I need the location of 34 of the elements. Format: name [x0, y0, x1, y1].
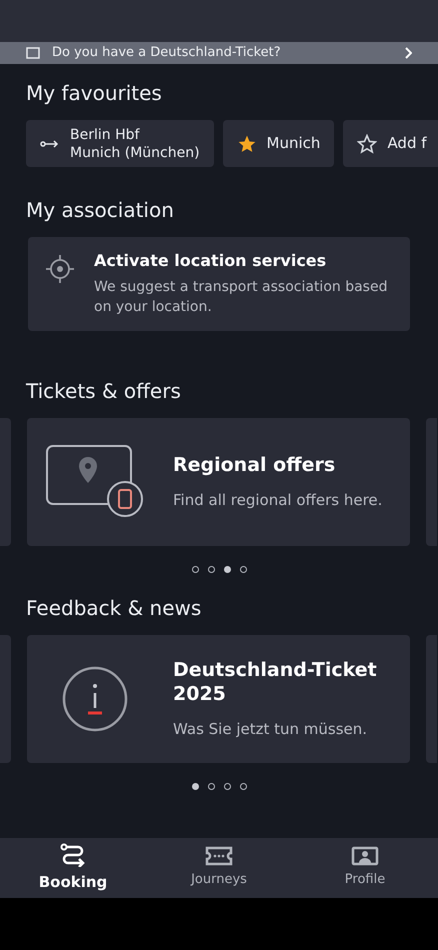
star-outline-icon: [357, 134, 378, 154]
section-title: Feedback & news: [25, 595, 202, 622]
chip-label: Munich: [266, 133, 320, 154]
ticket-banner[interactable]: Do you have a Deutschland-Ticket?: [0, 42, 438, 64]
nav-tab[interactable]: Profile: [292, 838, 438, 898]
route-icon: [60, 842, 86, 867]
offer-card[interactable]: Deutschland-Ticket 2025 Was Sie jetzt tun müssen.: [27, 635, 410, 763]
crosshair-icon: [44, 253, 76, 285]
chip-to: Munich (München): [70, 144, 200, 162]
location-card[interactable]: Activate location services We suggest a transport association based on your location.: [28, 237, 410, 331]
favourite-chip[interactable]: Berlin Hbf Munich (München): [26, 120, 214, 167]
nav-tab[interactable]: Journeys: [146, 838, 292, 898]
map-pin-phone-icon: [46, 445, 144, 519]
info-icon: [62, 666, 128, 732]
route-arrow-icon: [40, 138, 60, 148]
star-icon: [236, 134, 257, 154]
nav-tab[interactable]: Booking: [0, 838, 146, 898]
banner-text: Do you have a Deutschland-Ticket?: [52, 44, 282, 62]
section-title: My association: [25, 197, 175, 224]
profile-card-icon: [351, 846, 379, 866]
favourite-chip[interactable]: Add f: [343, 120, 438, 167]
card-title: Activate location services: [94, 250, 328, 272]
section-title: My favourites: [25, 80, 163, 107]
card-text: Was Sie jetzt tun müssen.: [173, 718, 368, 740]
chevron-right-icon: [404, 47, 412, 59]
card-text: We suggest a transport association based on your location.: [94, 278, 388, 317]
card-text: Find all regional offers here.: [173, 490, 382, 511]
card-title: Regional offers: [173, 452, 336, 477]
chip-label: Add f: [387, 133, 427, 154]
offer-card[interactable]: Regional offers Find all regional offers here.: [27, 418, 410, 546]
favourite-chip[interactable]: Munich: [222, 120, 334, 167]
card-title: Deutschland-Ticket 2025: [173, 658, 378, 706]
chip-from: Berlin Hbf: [70, 126, 141, 144]
section-title: Tickets & offers: [25, 378, 182, 405]
